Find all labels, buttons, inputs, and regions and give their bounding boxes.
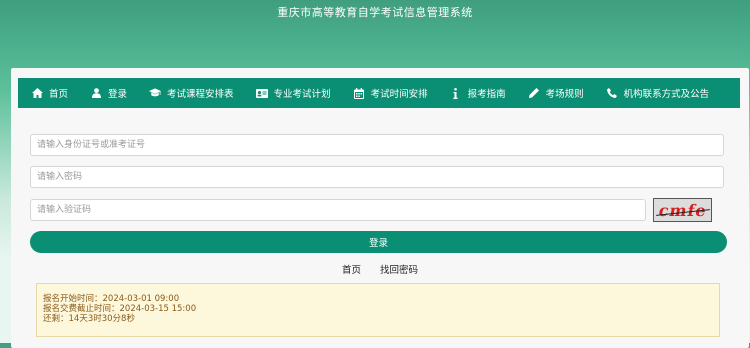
graduation-cap-icon — [149, 87, 162, 99]
home-icon — [31, 87, 43, 99]
pencil-icon — [528, 87, 540, 99]
recover-password-link[interactable]: 找回密码 — [380, 265, 418, 276]
captcha-input[interactable] — [30, 199, 646, 221]
id-number-input[interactable] — [30, 134, 724, 156]
form-links: 首页 找回密码 — [11, 262, 749, 276]
top-navbar: 首页 登录 考试课程安排表 专业考试计划 考试时间安排 报考指南 考场规则 机构… — [18, 78, 740, 108]
nav-item-guide[interactable]: 报考指南 — [450, 86, 506, 100]
nav-item-exam-rules[interactable]: 考场规则 — [528, 86, 584, 100]
nav-item-contact[interactable]: 机构联系方式及公告 — [606, 86, 710, 100]
phone-icon — [606, 87, 618, 99]
payment-deadline: 报名交费截止时间：2024-03-15 15:00 — [43, 304, 197, 314]
user-icon — [90, 87, 102, 99]
nav-label: 机构联系方式及公告 — [623, 89, 710, 100]
nav-label: 首页 — [49, 89, 69, 100]
site-title: 重庆市高等教育自学考试信息管理系统 — [277, 6, 473, 19]
login-button[interactable]: 登录 — [30, 231, 727, 253]
id-card-icon — [255, 87, 268, 99]
nav-label: 登录 — [108, 89, 128, 100]
registration-notice: 报名开始时间：2024-03-01 09:00 报名交费截止时间：2024-03… — [36, 283, 720, 337]
password-input[interactable] — [30, 166, 724, 188]
nav-label: 考场规则 — [545, 89, 584, 100]
nav-label: 报考指南 — [467, 89, 506, 100]
main-panel: 首页 登录 考试课程安排表 专业考试计划 考试时间安排 报考指南 考场规则 机构… — [11, 68, 749, 348]
nav-label: 考试时间安排 — [370, 89, 428, 100]
nav-item-course-schedule[interactable]: 考试课程安排表 — [149, 86, 234, 100]
countdown-text: 还剩：14天3时30分8秒 — [43, 314, 135, 324]
registration-start-time: 报名开始时间：2024-03-01 09:00 — [43, 294, 180, 304]
captcha-image[interactable]: cmfe — [653, 198, 712, 222]
nav-label: 专业考试计划 — [273, 89, 331, 100]
nav-item-home[interactable]: 首页 — [31, 86, 68, 100]
nav-item-exam-time[interactable]: 考试时间安排 — [353, 86, 428, 100]
nav-label: 考试课程安排表 — [167, 89, 234, 100]
home-link[interactable]: 首页 — [342, 265, 361, 276]
info-icon — [450, 87, 462, 99]
calendar-icon — [353, 87, 365, 99]
nav-item-login[interactable]: 登录 — [90, 86, 127, 100]
nav-item-exam-plan[interactable]: 专业考试计划 — [255, 86, 331, 100]
